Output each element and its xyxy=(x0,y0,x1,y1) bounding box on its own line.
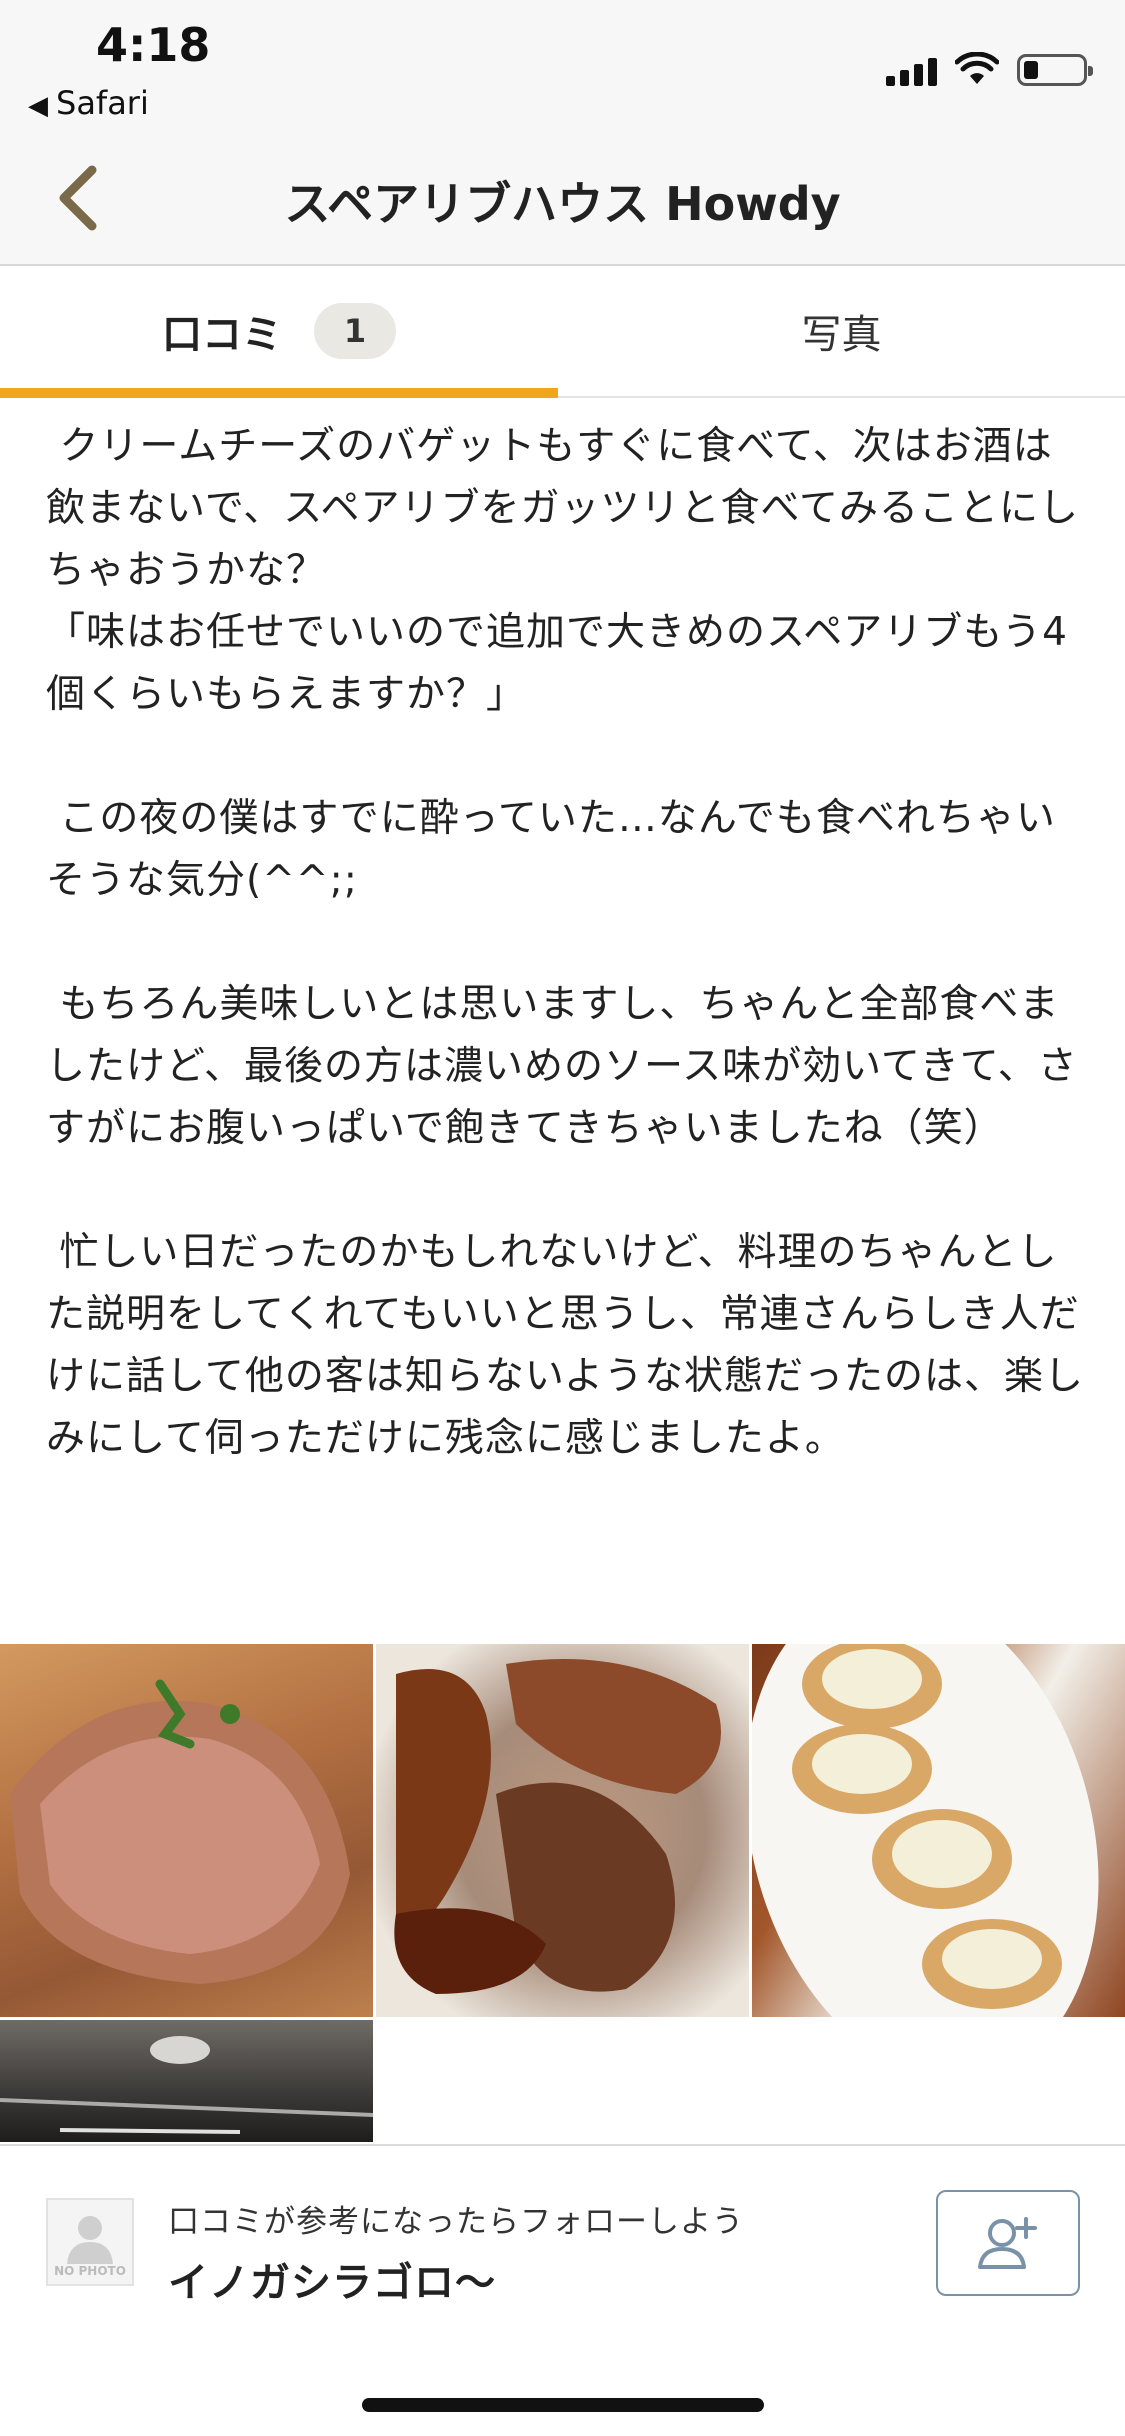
photo-grilled-sparerib[interactable] xyxy=(0,1644,373,2017)
add-user-icon xyxy=(978,2217,1037,2269)
tab-reviews-label: 口コミ xyxy=(162,312,282,358)
back-triangle-icon: ◀ xyxy=(28,91,48,121)
signal-icon xyxy=(886,56,937,86)
reviewer-footer: NO PHOTO 口コミが参考になったらフォローしよう イノガシラゴロ〜 xyxy=(0,2144,1125,2436)
back-app-label: Safari xyxy=(56,84,149,122)
follow-prompt: 口コミが参考になったらフォローしよう xyxy=(168,2204,744,2240)
nav-bar: スペアリブハウス Howdy xyxy=(0,130,1125,266)
reviewer-name[interactable]: イノガシラゴロ〜 xyxy=(168,2250,496,2308)
tab-photos[interactable]: 写真 xyxy=(558,266,1125,396)
user-silhouette-icon xyxy=(67,2216,113,2264)
system-icons xyxy=(886,46,1093,86)
tab-bar: 口コミ 1 写真 xyxy=(0,266,1125,398)
avatar[interactable]: NO PHOTO xyxy=(46,2198,134,2286)
status-time: 4:18 xyxy=(96,18,211,72)
home-indicator xyxy=(362,2398,764,2412)
tab-photos-label: 写真 xyxy=(801,312,882,358)
review-body: クリームチーズのバゲットもすぐに食べて、次はお酒は飲まないで、スペアリブをガッツ… xyxy=(46,424,1085,1461)
active-tab-indicator xyxy=(0,388,558,398)
battery-icon xyxy=(1017,54,1093,86)
photo-restaurant-interior[interactable] xyxy=(0,2020,373,2142)
follow-button[interactable] xyxy=(936,2190,1080,2296)
avatar-label: NO PHOTO xyxy=(54,2264,126,2278)
wifi-icon xyxy=(955,52,999,84)
photo-cream-cheese-baguette[interactable] xyxy=(752,1644,1125,2017)
photo-glazed-spareribs[interactable] xyxy=(376,1644,749,2017)
status-bar: 4:18 ◀ Safari xyxy=(0,0,1125,130)
review-count-badge: 1 xyxy=(314,303,396,359)
back-to-safari[interactable]: ◀ Safari xyxy=(28,84,149,122)
page-title: スペアリブハウス Howdy xyxy=(284,177,841,231)
tab-reviews[interactable]: 口コミ 1 xyxy=(0,266,558,396)
